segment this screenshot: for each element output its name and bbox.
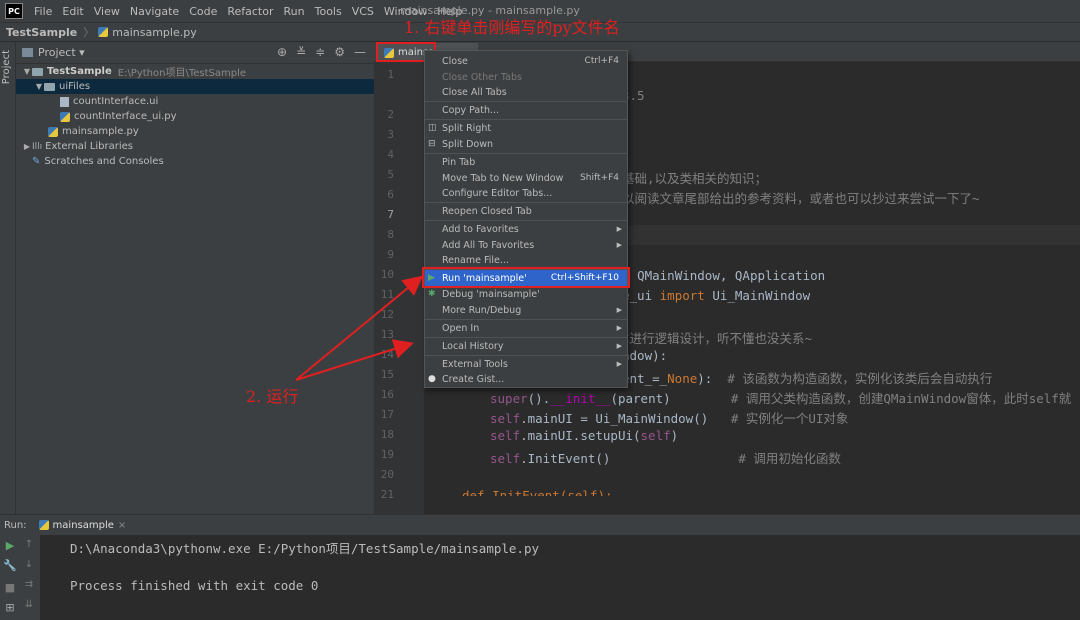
- stop-icon[interactable]: ■: [0, 581, 20, 594]
- run-tab-label: mainsample: [52, 519, 114, 531]
- run-tab-mainsample[interactable]: mainsample ×: [38, 519, 126, 531]
- console-line: D:\Anaconda3\pythonw.exe E:/Python项目/Tes…: [70, 541, 540, 556]
- scroll-to-end-icon[interactable]: ⇊: [20, 599, 38, 610]
- run-header: Run: mainsample ×: [0, 515, 1080, 535]
- layout-icon[interactable]: ⊞: [0, 601, 20, 614]
- console-line: Process finished with exit code 0: [70, 578, 319, 593]
- arrow-to-run-2: [295, 339, 414, 381]
- run-toolbar: ▶ 🔧 ■ ⊞ ↑ ↓ ⇉ ⇊: [0, 535, 40, 620]
- soft-wrap-icon[interactable]: ⇉: [20, 579, 38, 590]
- down-arrow-icon[interactable]: ↓: [20, 559, 38, 570]
- wrench-icon[interactable]: 🔧: [0, 559, 20, 572]
- up-arrow-icon[interactable]: ↑: [20, 539, 38, 550]
- run-tool-window: Run: mainsample × ▶ 🔧 ■ ⊞ ↑ ↓ ⇉ ⇊ D:\Ana…: [0, 514, 1080, 620]
- close-icon[interactable]: ×: [118, 520, 126, 531]
- run-label: Run:: [4, 519, 27, 531]
- arrow-to-run: [295, 275, 424, 381]
- rerun-icon[interactable]: ▶: [0, 539, 20, 552]
- python-file-icon: [38, 520, 49, 530]
